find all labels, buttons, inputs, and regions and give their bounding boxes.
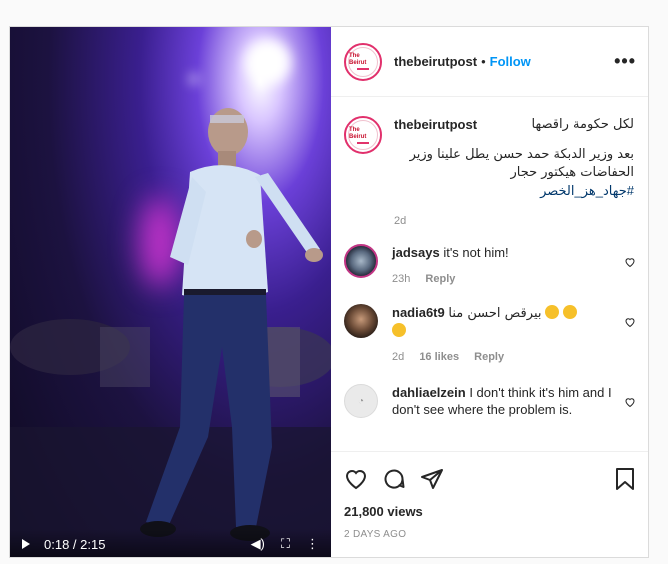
comment-username[interactable]: nadia6t9: [392, 305, 445, 320]
comment-meta: 23h Reply: [392, 271, 617, 288]
bookmark-icon[interactable]: [614, 467, 636, 491]
volume-icon[interactable]: ◀): [251, 536, 265, 552]
video-time: 0:18 / 2:15: [44, 536, 106, 552]
post-sidebar: The Beirut thebeirutpost • Follow ••• The …: [331, 27, 648, 557]
laughing-emoji-icon: [545, 305, 560, 319]
comment-likes[interactable]: 16 likes: [419, 351, 459, 363]
caption: The Beirut thebeirutpost لكل حكومة راقصه…: [344, 116, 636, 230]
heart-small-icon[interactable]: [624, 396, 636, 408]
header-username[interactable]: thebeirutpost: [394, 54, 477, 69]
avatar[interactable]: The Beirut: [344, 116, 382, 154]
post-header: The Beirut thebeirutpost • Follow •••: [331, 27, 648, 97]
comment-body: dahliaelzein I don't think it's him and …: [392, 384, 617, 418]
video-more-icon[interactable]: ⋮: [306, 536, 319, 552]
video-controls: 0:18 / 2:15 ◀) ⛶ ⋮: [10, 529, 331, 557]
play-icon[interactable]: [22, 539, 30, 549]
comments-list[interactable]: The Beirut thebeirutpost لكل حكومة راقصه…: [331, 98, 648, 451]
laughing-emoji-icon: [562, 305, 577, 319]
dancer-scene: [10, 108, 331, 557]
comment-username[interactable]: jadsays: [392, 245, 440, 260]
logo-bar: [357, 141, 369, 144]
fullscreen-icon[interactable]: ⛶: [281, 536, 290, 552]
logo-text: The Beirut: [349, 126, 367, 140]
avatar[interactable]: The Beirut: [344, 42, 382, 81]
comment-meta: 2d 16 likes Reply: [392, 349, 617, 366]
header-user: thebeirutpost • Follow: [394, 54, 531, 69]
caption-first-line: thebeirutpost لكل حكومة راقصها: [394, 116, 634, 134]
comment-text: بيرقص احسن منا: [448, 306, 542, 321]
post-date: 2 DAYS AGO: [344, 529, 407, 540]
brand-logo: The Beirut: [348, 120, 378, 150]
caption-line1: لكل حكومة راقصها: [531, 117, 634, 132]
more-options-icon[interactable]: •••: [614, 51, 636, 72]
video-player[interactable]: 0:18 / 2:15 ◀) ⛶ ⋮: [10, 27, 331, 557]
heart-small-icon[interactable]: [624, 316, 636, 328]
post-modal: 0:18 / 2:15 ◀) ⛶ ⋮ The Beirut thebeirutp…: [9, 26, 649, 558]
view-count: 21,800 views: [344, 504, 423, 519]
caption-line2: بعد وزير الدبكة حمد حسن يطل علينا وزير ا…: [409, 147, 634, 180]
comment-time: 2d: [392, 351, 405, 363]
caption-hashtag[interactable]: #جهاد_هز_الخصر: [394, 182, 634, 200]
comment-icon[interactable]: [382, 467, 406, 491]
comment-item: ◔ dahliaelzein I don't think it's him an…: [344, 384, 636, 418]
reply-button[interactable]: Reply: [425, 273, 455, 285]
logo-text: The Beirut: [349, 53, 367, 66]
brand-logo: The Beirut: [348, 46, 378, 77]
separator: •: [481, 54, 486, 69]
avatar[interactable]: [344, 304, 378, 338]
comment-body: nadia6t9 بيرقص احسن منا 2d 16 likes Repl…: [392, 304, 617, 366]
avatar[interactable]: ◔: [344, 384, 378, 418]
laughing-emoji-icon: [392, 323, 406, 337]
reply-button[interactable]: Reply: [474, 351, 504, 363]
action-row: [344, 464, 636, 494]
comment-item: jadsays it's not him! 23h Reply: [344, 244, 636, 288]
comment-item: nadia6t9 بيرقص احسن منا 2d 16 likes Repl…: [344, 304, 636, 366]
logo-bar: [357, 68, 369, 70]
caption-body: thebeirutpost لكل حكومة راقصها بعد وزير …: [394, 116, 634, 230]
comment-time: 23h: [392, 273, 411, 285]
comment-username[interactable]: dahliaelzein: [392, 385, 466, 400]
share-icon[interactable]: [420, 467, 444, 491]
comment-body: jadsays it's not him! 23h Reply: [392, 244, 617, 288]
comment-text: it's not him!: [443, 245, 509, 260]
post-actions: 21,800 views 2 DAYS AGO: [331, 451, 648, 540]
heart-icon[interactable]: [344, 467, 368, 491]
follow-button[interactable]: Follow: [490, 54, 531, 69]
caption-time: 2d: [394, 215, 407, 227]
avatar[interactable]: [344, 244, 378, 278]
caption-username[interactable]: thebeirutpost: [394, 116, 477, 134]
heart-small-icon[interactable]: [624, 256, 636, 268]
